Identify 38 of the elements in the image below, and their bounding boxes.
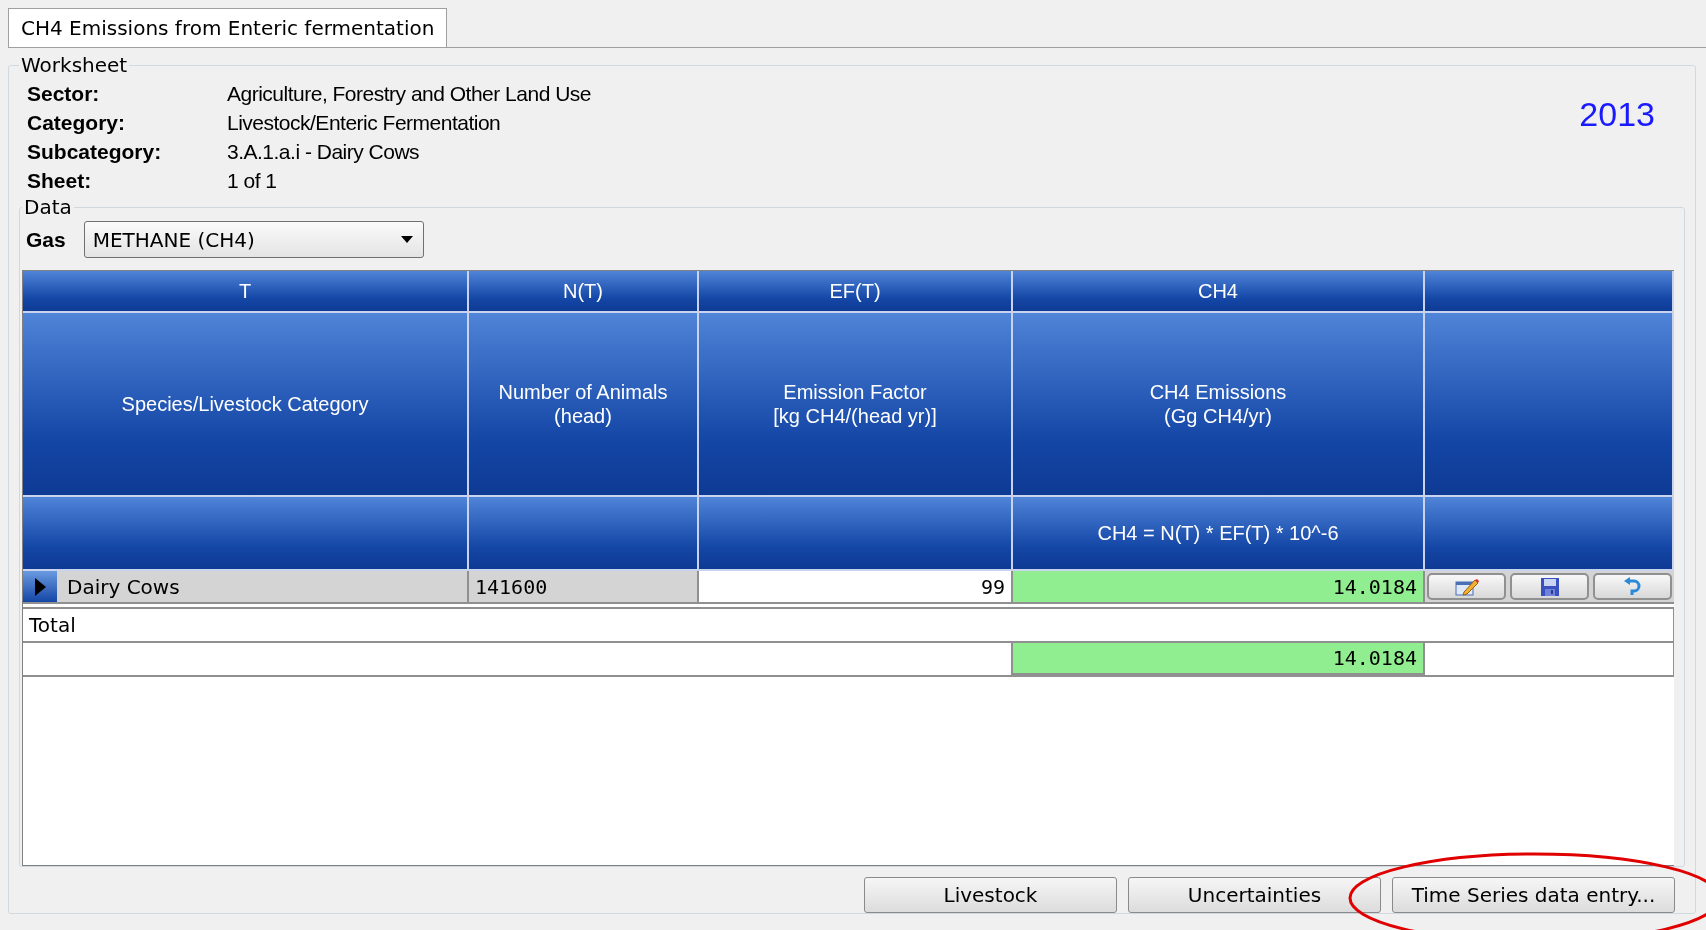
table-cell: 14.0184 [1013,571,1425,604]
field-label: Sector: [27,81,101,107]
edit-icon [1454,576,1479,597]
column-code: CH4 [1013,271,1425,313]
save-button[interactable] [1510,573,1589,600]
undo-button[interactable] [1593,573,1672,600]
column-header: Number of Animals (head) [469,313,699,497]
input-field[interactable]: 99 [699,571,1013,604]
edit-button[interactable] [1427,573,1506,600]
gas-label: Gas [26,227,66,252]
field-value: Livestock/Enteric Fermentation [227,110,502,136]
group-label: Data [23,195,73,219]
column-code: EF(T) [699,271,1013,313]
caret-icon [400,236,413,243]
formula-text: CH4 = N(T) * EF(T) * 10^-6 [1013,497,1425,571]
field-value: 1 of 1 [227,168,278,194]
field-label: Category: [27,110,127,136]
column-header: Species/Livestock Category [23,313,469,497]
gas-dropdown[interactable]: METHANE (CH4) [83,221,424,258]
column-header: CH4 Emissions (Gg CH4/yr) [1013,313,1425,497]
table-cell: Dairy Cows [67,574,180,599]
total-value: 14.0184 [1013,643,1425,675]
dialog-button[interactable]: Uncertainties [1128,877,1381,913]
field-label: Sheet: [27,168,93,194]
field-value: Agriculture, Forestry and Other Land Use [227,81,591,107]
column-code: T [23,271,469,313]
column-header: Emission Factor [kg CH4/(head yr)] [699,313,1013,497]
field-label: Subcategory: [27,139,163,165]
save-icon [1539,576,1560,597]
group-label: Worksheet [20,53,129,77]
dialog-button[interactable]: Livestock [864,877,1117,913]
row-selector[interactable] [23,571,57,602]
table-cell: 141600 [469,571,699,604]
worksheet-tab[interactable]: CH4 Emissions from Enteric fermentation [8,8,448,47]
field-value: 3.A.1.a.i - Dairy Cows [227,139,421,165]
dialog-button[interactable]: Time Series data entry... [1392,877,1675,913]
year-label: 2013 [1579,95,1655,134]
column-code: N(T) [469,271,699,313]
